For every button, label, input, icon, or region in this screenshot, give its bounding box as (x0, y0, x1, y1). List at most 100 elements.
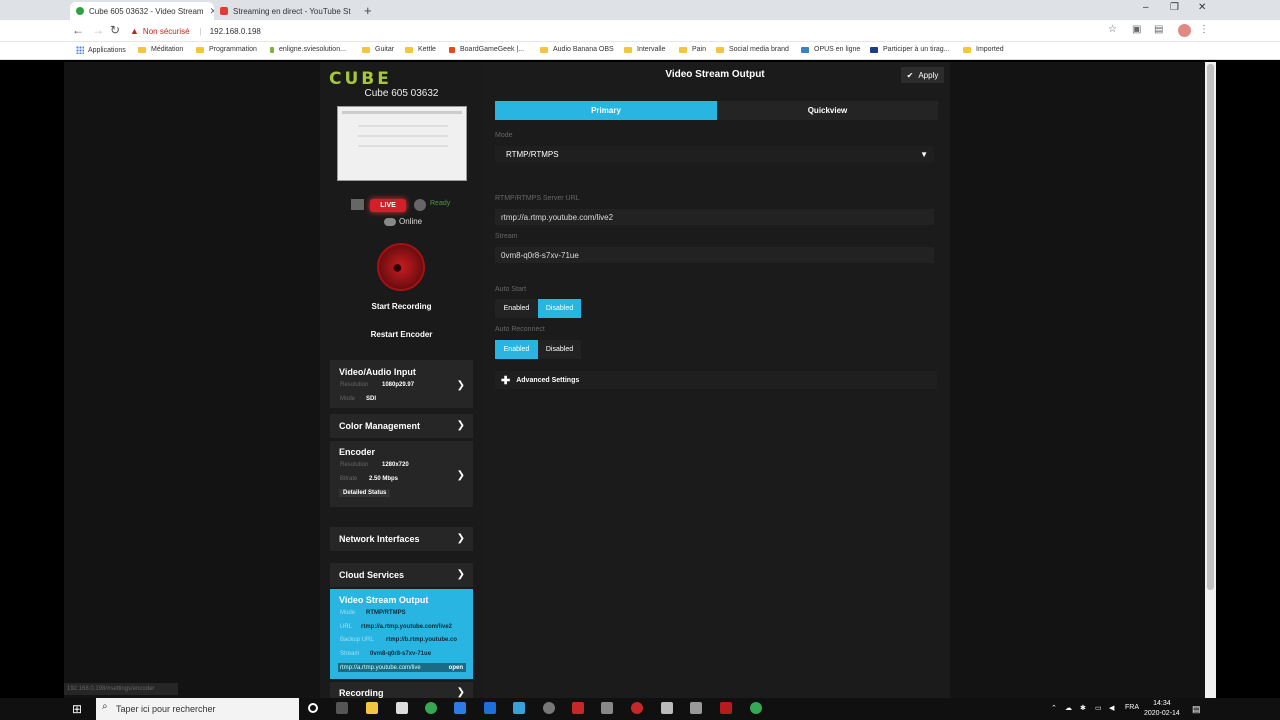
cube-favicon-icon (76, 7, 84, 15)
file-explorer-icon[interactable] (366, 702, 378, 714)
star-icon[interactable]: ☆ (1108, 24, 1117, 35)
mode-value: RTMP/RTMPS (366, 610, 406, 616)
app-icon[interactable] (661, 702, 673, 714)
card-title: Network Interfaces (339, 534, 420, 544)
bookmark[interactable]: Intervalle (624, 46, 665, 53)
security-label[interactable]: Non sécurisé (143, 27, 190, 36)
encoder-card[interactable]: Encoder ❯ Resolution 1280x720 Bitrate 2.… (330, 441, 473, 507)
minimize-icon[interactable]: – (1143, 2, 1149, 13)
bookmark[interactable]: Imported (963, 46, 1004, 53)
bookmark[interactable]: OPUS en ligne (801, 46, 860, 53)
restore-icon[interactable]: ❐ (1170, 2, 1179, 13)
app-icon[interactable] (484, 702, 496, 714)
bookmark[interactable]: Programmation (196, 46, 257, 53)
detailed-status-button[interactable]: Detailed Status (339, 489, 391, 497)
tab-title: Cube 605 03632 - Video Stream (89, 6, 204, 16)
scrollbar-thumb[interactable] (1207, 64, 1214, 590)
new-tab-icon[interactable]: + (364, 3, 372, 18)
open-url-bar[interactable]: rtmp://a.rtmp.youtube.com/live open (338, 663, 466, 672)
cortana-icon[interactable] (308, 703, 318, 713)
menu-icon[interactable]: ⋮ (1199, 24, 1209, 35)
tray-icon[interactable]: ✱ (1080, 704, 1086, 712)
volume-icon[interactable]: ◀ (1109, 704, 1114, 712)
preview-row (358, 125, 448, 127)
open-link[interactable]: open (449, 665, 466, 671)
clock-date: 2020-02-14 (1144, 710, 1180, 717)
auto-start-enabled-button[interactable]: Enabled (495, 299, 538, 318)
bookmark[interactable]: Social media brand (716, 46, 789, 53)
app-icon[interactable] (601, 702, 613, 714)
app-icon[interactable] (454, 702, 466, 714)
profile-avatar[interactable] (1178, 24, 1191, 37)
tab-youtube[interactable]: Streaming en direct - YouTube St ✕ (214, 2, 356, 20)
task-view-icon[interactable] (336, 702, 348, 714)
tab-cube[interactable]: Cube 605 03632 - Video Stream ✕ (70, 2, 214, 20)
reload-icon[interactable]: ↻ (110, 23, 120, 37)
mail-icon[interactable] (396, 702, 408, 714)
network-icon[interactable]: ▭ (1095, 704, 1102, 712)
bookmark[interactable]: Guitar (362, 46, 394, 53)
bookmark[interactable]: Méditation (138, 46, 183, 53)
close-tab-icon[interactable]: ✕ (204, 6, 214, 17)
app-icon[interactable] (690, 702, 702, 714)
chevron-right-icon: ❯ (456, 470, 465, 481)
tab-quickview[interactable]: Quickview (717, 101, 938, 120)
close-tab-icon[interactable]: ✕ (351, 6, 356, 17)
restart-encoder-button[interactable]: Restart Encoder (330, 330, 473, 339)
stream-key-input[interactable]: 0vm8-q0r8-s7xv-71ue (495, 247, 934, 263)
start-recording-button[interactable]: Start Recording (330, 302, 473, 311)
url-text[interactable]: 192.168.0.198 (210, 27, 261, 36)
folder-icon (679, 46, 687, 53)
bookmark[interactable]: BoardGameGeek |... (449, 46, 524, 53)
advanced-settings-toggle[interactable]: ✚ Advanced Settings (495, 371, 937, 389)
video-audio-input-card[interactable]: Video/Audio Input ❯ Resolution 1080p29.9… (330, 360, 473, 408)
forward-icon[interactable]: → (92, 23, 104, 37)
url-label: URL (340, 624, 353, 630)
record-button[interactable]: ● (377, 243, 425, 291)
chrome-icon[interactable] (425, 702, 437, 714)
camera-icon (351, 199, 364, 210)
app-icon[interactable] (513, 702, 525, 714)
extension-icon[interactable]: ▤ (1154, 24, 1163, 35)
browser-toolbar: ← → ↻ ▲ Non sécurisé | 192.168.0.198 ☆ ▣… (0, 20, 1280, 42)
bitrate-label: Bitrate (340, 476, 358, 482)
bookmark[interactable]: Audio Banana OBS (540, 46, 614, 53)
windows-start-icon[interactable]: ⊞ (72, 702, 82, 716)
apply-button[interactable]: ✔ Apply (901, 67, 944, 83)
separator: | (199, 26, 202, 36)
color-management-card[interactable]: Color Management ❯ (330, 414, 473, 438)
tab-primary[interactable]: Primary (495, 101, 717, 120)
bookmark[interactable]: Pain (679, 46, 706, 53)
mode-select[interactable]: RTMP/RTMPS ▼ (495, 146, 934, 162)
language-indicator[interactable]: FRA (1125, 704, 1139, 711)
video-stream-output-card[interactable]: Video Stream Output Mode RTMP/RTMPS URL … (330, 589, 473, 679)
bookmark[interactable]: Participer à un tirag... (870, 46, 950, 53)
app-icon[interactable] (720, 702, 732, 714)
address-bar[interactable]: ▲ Non sécurisé | 192.168.0.198 (130, 23, 1120, 39)
davinci-icon[interactable] (543, 702, 555, 714)
chrome-icon[interactable] (750, 702, 762, 714)
cloud-services-card[interactable]: Cloud Services ❯ (330, 563, 473, 587)
bookmark-applications[interactable]: Applications (76, 46, 126, 54)
auto-reconnect-enabled-button[interactable]: Enabled (495, 340, 538, 359)
back-icon[interactable]: ← (72, 23, 84, 37)
bookmark[interactable]: enligne.sviesolution... (270, 46, 346, 53)
video-preview[interactable] (337, 106, 467, 181)
tray-icon[interactable]: ☁ (1065, 704, 1072, 712)
bookmarks-bar: Applications Méditation Programmation en… (0, 42, 1280, 60)
close-window-icon[interactable]: ✕ (1198, 2, 1206, 13)
recording-card[interactable]: Recording ❯ (330, 682, 473, 698)
notifications-icon[interactable]: ▤ (1192, 704, 1201, 715)
bookmark[interactable]: Kettle (405, 46, 436, 53)
tray-chevron-icon[interactable]: ⌃ (1051, 704, 1057, 712)
backup-url-label: Backup URL (340, 637, 374, 643)
app-icon[interactable] (572, 702, 584, 714)
auto-start-disabled-button[interactable]: Disabled (538, 299, 581, 318)
taskbar-clock[interactable]: 14:34 2020-02-14 (1144, 699, 1180, 719)
app-icon[interactable] (631, 702, 643, 714)
network-interfaces-card[interactable]: Network Interfaces ❯ (330, 527, 473, 551)
extension-icon[interactable]: ▣ (1132, 24, 1141, 35)
taskbar-search[interactable]: ⌕ Taper ici pour rechercher (96, 698, 299, 720)
server-url-input[interactable]: rtmp://a.rtmp.youtube.com/live2 (495, 209, 934, 225)
auto-reconnect-disabled-button[interactable]: Disabled (538, 340, 581, 359)
